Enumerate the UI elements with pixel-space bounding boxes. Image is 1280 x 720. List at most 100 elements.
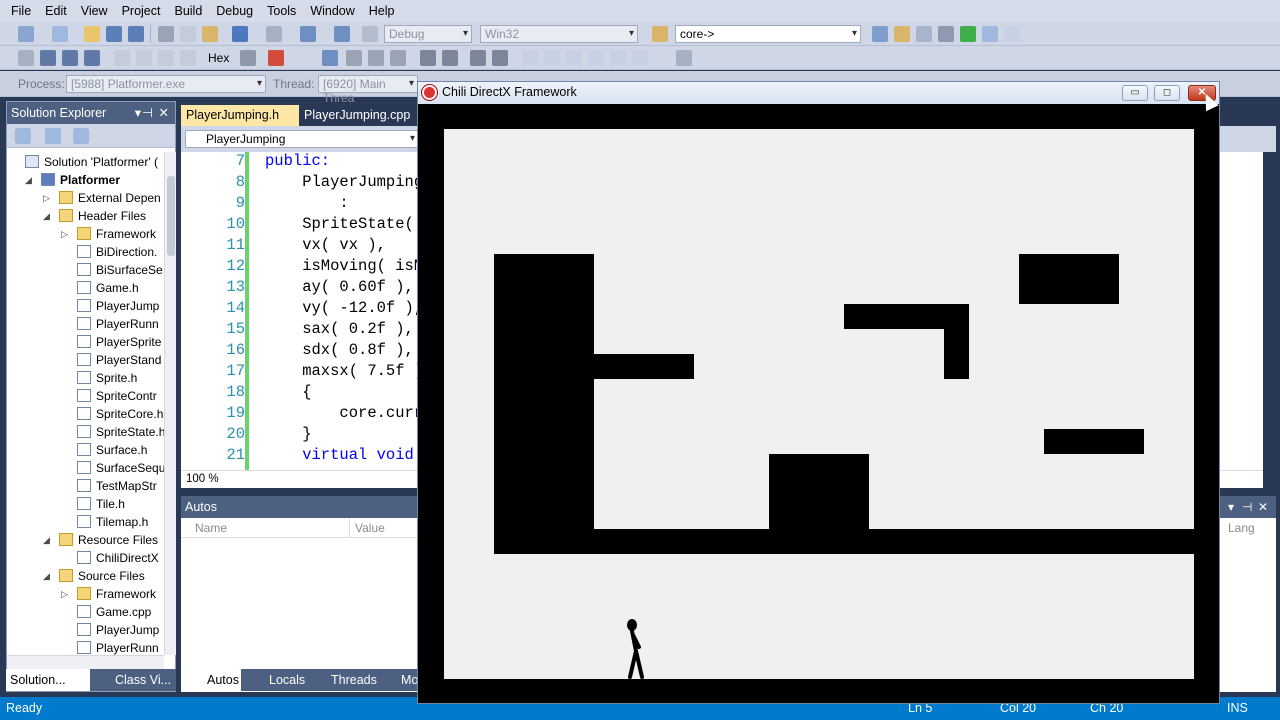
code-line[interactable]: virtual void bbox=[265, 446, 414, 464]
tab-autos[interactable]: Autos bbox=[181, 669, 241, 691]
menu-window[interactable]: Window bbox=[303, 0, 361, 22]
tab-threads[interactable]: Threads bbox=[311, 669, 381, 691]
prev-bookmark-icon[interactable] bbox=[544, 50, 560, 66]
outdent-icon[interactable] bbox=[420, 50, 436, 66]
toolbox-icon[interactable] bbox=[938, 26, 954, 42]
continue-icon[interactable] bbox=[18, 50, 34, 66]
zoom-level[interactable]: 100 % bbox=[186, 473, 219, 485]
copy-icon[interactable] bbox=[180, 26, 196, 42]
game-canvas[interactable] bbox=[444, 129, 1194, 679]
code-line[interactable]: SpriteState( bbox=[265, 215, 414, 233]
menu-tools[interactable]: Tools bbox=[260, 0, 303, 22]
start-page-icon[interactable] bbox=[960, 26, 976, 42]
object-browser-icon[interactable] bbox=[916, 26, 932, 42]
tree-item[interactable]: PlayerRunn bbox=[77, 639, 159, 655]
tree-item[interactable]: Source Files bbox=[59, 567, 145, 585]
start-debugging-icon[interactable] bbox=[362, 26, 378, 42]
expand-arrow-icon[interactable]: ▷ bbox=[61, 229, 68, 240]
indent-icon[interactable] bbox=[442, 50, 458, 66]
tree-item[interactable]: BiSurfaceSe bbox=[77, 261, 163, 279]
code-line[interactable]: PlayerJumping bbox=[265, 173, 423, 191]
clear-bookmarks-icon[interactable] bbox=[632, 50, 648, 66]
code-line[interactable]: ay( 0.60f ), bbox=[265, 278, 414, 296]
restart-icon[interactable] bbox=[84, 50, 100, 66]
breakpoint-window-icon[interactable] bbox=[268, 50, 284, 66]
code-line[interactable]: { bbox=[265, 383, 311, 401]
add-item-icon[interactable] bbox=[52, 26, 68, 42]
tree-item[interactable]: PlayerJump bbox=[77, 621, 159, 639]
save-icon[interactable] bbox=[106, 26, 122, 42]
code-line[interactable]: isMoving( isM bbox=[265, 257, 423, 275]
dropdown-icon[interactable]: ▾ bbox=[135, 102, 141, 124]
tree-item[interactable]: Framework bbox=[77, 225, 156, 243]
column-name[interactable]: Name bbox=[195, 521, 227, 535]
close-icon[interactable]: ✕ bbox=[1258, 496, 1268, 518]
tools-icon[interactable] bbox=[346, 50, 362, 66]
class-view-icon[interactable] bbox=[982, 26, 998, 42]
game-window-titlebar[interactable]: Chili DirectX Framework ▭ ◻ ✕ bbox=[418, 82, 1219, 104]
close-icon[interactable]: ✕ bbox=[159, 102, 169, 124]
code-line[interactable]: sdx( 0.8f ), bbox=[265, 341, 414, 359]
cut-icon[interactable] bbox=[158, 26, 174, 42]
font-size-icon[interactable] bbox=[390, 50, 406, 66]
column-language[interactable]: Lang bbox=[1228, 521, 1255, 535]
refresh-icon[interactable] bbox=[73, 128, 89, 144]
menu-file[interactable]: File bbox=[4, 0, 38, 22]
pin-icon[interactable]: ⊣ bbox=[1242, 496, 1252, 518]
expand-arrow-icon[interactable]: ◢ bbox=[25, 175, 32, 186]
thread-select[interactable]: [6920] Main Threa bbox=[318, 75, 418, 105]
tree-item[interactable]: Framework bbox=[77, 585, 156, 603]
tree-item[interactable]: TestMapStr bbox=[77, 477, 157, 495]
tree-item[interactable]: Surface.h bbox=[77, 441, 147, 459]
pin-icon[interactable]: ⊣ bbox=[142, 102, 153, 124]
expand-arrow-icon[interactable]: ◢ bbox=[43, 571, 50, 582]
code-line[interactable]: : bbox=[265, 194, 348, 212]
tree-item[interactable]: Game.h bbox=[77, 279, 139, 297]
expand-arrow-icon[interactable]: ◢ bbox=[43, 211, 50, 222]
paste-icon[interactable] bbox=[202, 26, 218, 42]
step-out-icon[interactable] bbox=[180, 50, 196, 66]
redo-icon[interactable] bbox=[266, 26, 282, 42]
code-line[interactable]: core.curr bbox=[265, 404, 423, 422]
tree-item[interactable]: ChiliDirectX bbox=[77, 549, 159, 567]
step-into-icon[interactable] bbox=[136, 50, 152, 66]
menu-build[interactable]: Build bbox=[167, 0, 209, 22]
solution-configuration-select[interactable]: Debug bbox=[384, 25, 472, 43]
tree-item[interactable]: Sprite.h bbox=[77, 369, 137, 387]
command-window-icon[interactable] bbox=[1004, 26, 1020, 42]
vertical-scrollbar[interactable] bbox=[164, 152, 176, 655]
uncomment-icon[interactable] bbox=[492, 50, 508, 66]
tree-item[interactable]: Resource Files bbox=[59, 531, 158, 549]
dropdown-icon[interactable]: ▾ bbox=[1228, 496, 1234, 518]
tab-locals[interactable]: Locals bbox=[249, 669, 309, 691]
menu-project[interactable]: Project bbox=[115, 0, 168, 22]
solution-platform-select[interactable]: Win32 bbox=[480, 25, 638, 43]
tree-item[interactable]: Game.cpp bbox=[77, 603, 151, 621]
solution-explorer-icon[interactable] bbox=[872, 26, 888, 42]
tree-item[interactable]: SpriteContr bbox=[77, 387, 157, 405]
code-line[interactable]: public: bbox=[265, 152, 330, 170]
undo-icon[interactable] bbox=[232, 26, 248, 42]
open-file-icon[interactable] bbox=[84, 26, 100, 42]
bookmark-icon[interactable] bbox=[522, 50, 538, 66]
process-select[interactable]: [5988] Platformer.exe bbox=[66, 75, 266, 93]
tree-item[interactable]: SpriteState.h bbox=[77, 423, 164, 441]
tab-class-view[interactable]: Class Vi... bbox=[111, 669, 175, 691]
find-in-files-icon[interactable] bbox=[652, 26, 668, 42]
tree-item[interactable]: Solution 'Platformer' ( bbox=[25, 153, 158, 171]
stop-debugging-icon[interactable] bbox=[62, 50, 78, 66]
code-line[interactable]: } bbox=[265, 425, 311, 443]
step-over-icon[interactable] bbox=[158, 50, 174, 66]
new-project-icon[interactable] bbox=[18, 26, 34, 42]
expand-arrow-icon[interactable]: ◢ bbox=[43, 535, 50, 546]
code-line[interactable]: vy( -12.0f ), bbox=[265, 299, 423, 317]
next-bookmark-folder-icon[interactable] bbox=[610, 50, 626, 66]
tree-item[interactable]: Tilemap.h bbox=[77, 513, 148, 531]
tree-item[interactable]: Platformer bbox=[41, 171, 120, 189]
expand-arrow-icon[interactable]: ▷ bbox=[43, 193, 50, 204]
tab-solution-explorer[interactable]: Solution... bbox=[6, 669, 90, 691]
tree-item[interactable]: PlayerSprite bbox=[77, 333, 161, 351]
find-icon[interactable] bbox=[676, 50, 692, 66]
properties-icon[interactable] bbox=[15, 128, 31, 144]
properties-icon[interactable] bbox=[894, 26, 910, 42]
